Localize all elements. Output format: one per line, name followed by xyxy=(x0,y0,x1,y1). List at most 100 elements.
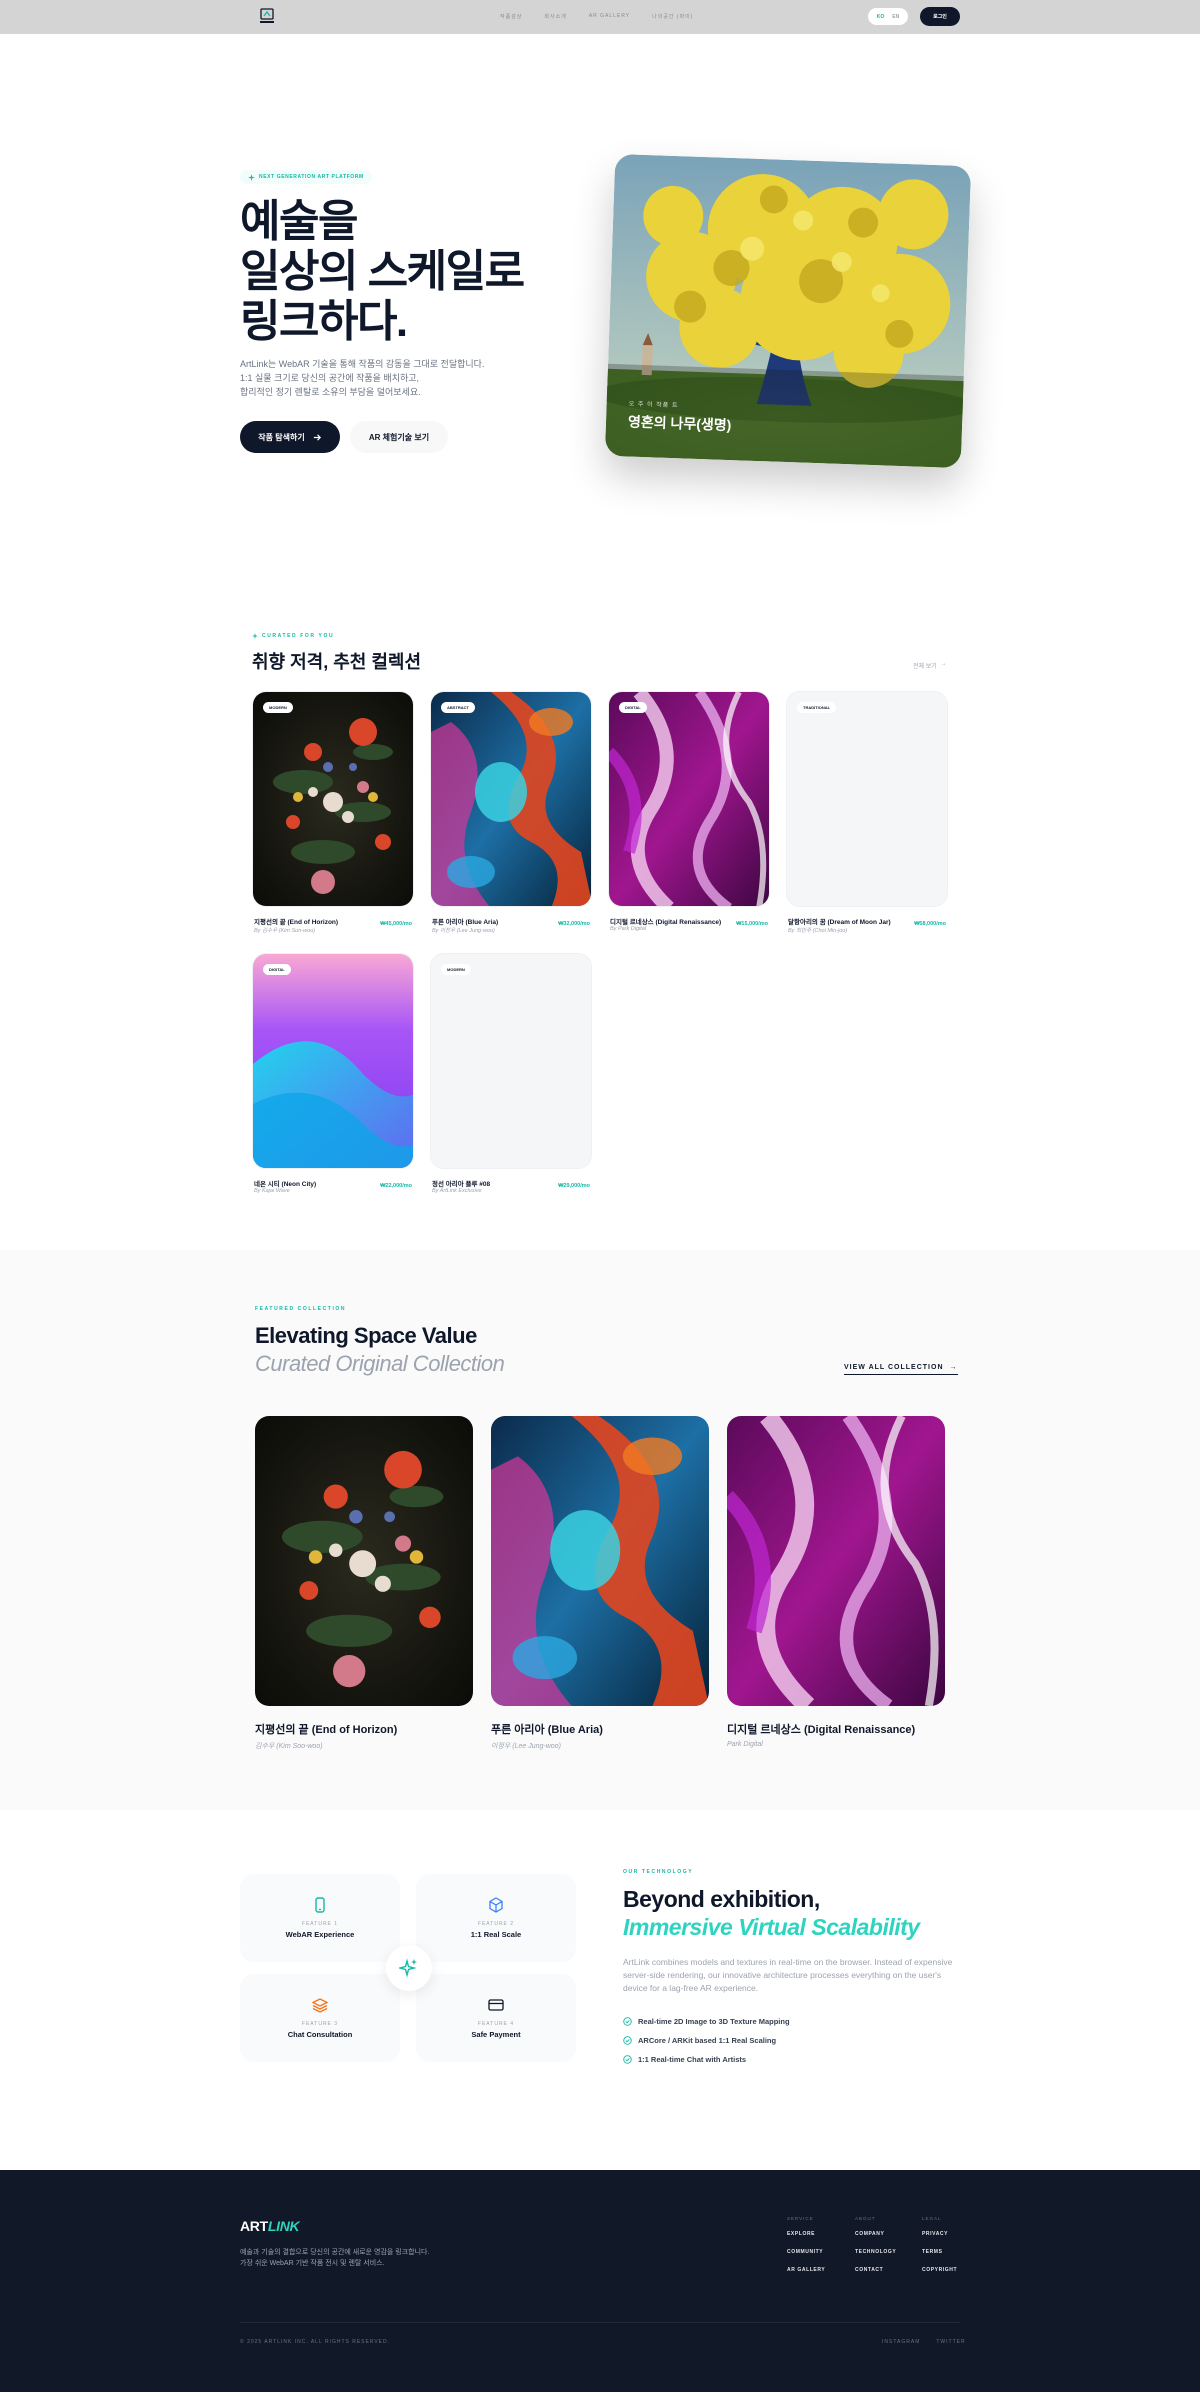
nav-link-about[interactable]: 회사소개 xyxy=(544,13,566,20)
hero-description: ArtLink는 WebAR 기술을 통해 작품의 감동을 그대로 전달합니다.… xyxy=(240,359,485,397)
artwork-name: 달항아리의 꿈 (Dream of Moon Jar) xyxy=(788,919,891,926)
flower-painting xyxy=(255,1416,473,1706)
feature-box-chat: FEATURE 3 Chat Consultation xyxy=(240,1974,400,2062)
artwork-card[interactable]: DIGITAL 디지털 르네상스 (Digital Renaissance) B… xyxy=(608,691,770,932)
footer-logo[interactable]: ARTLINK xyxy=(240,2218,300,2234)
artwork-name: 정선 아리아 플루 #08 xyxy=(432,1181,491,1188)
footer-social-links: INSTAGRAM TWITTER xyxy=(882,2339,966,2345)
featured-card[interactable]: 지평선의 끝 (End of Horizon) 김수우 (Kim Soo-woo… xyxy=(255,1416,473,1751)
hero-title: 예술을 일상의 스케일로 링크하다. xyxy=(240,197,525,346)
artwork-card[interactable]: MODERN 정선 아리아 플루 #08 By ArtLink Exclusiv… xyxy=(430,953,592,1194)
featured-artist: 김수우 (Kim Soo-woo) xyxy=(255,1743,323,1750)
featured-subtitle: Curated Original Collection xyxy=(255,1351,505,1376)
curated-eyebrow-text: CURATED FOR YOU xyxy=(262,633,335,639)
artwork-image: ABSTRACT xyxy=(430,691,592,907)
feature-box-webar: FEATURE 1 WebAR Experience xyxy=(240,1874,400,1962)
check-circle-icon xyxy=(623,2036,632,2045)
featured-card[interactable]: 푸른 아리아 (Blue Aria) 이정우 (Lee Jung-woo) xyxy=(491,1416,709,1751)
footer: ARTLINK 예술과 기술의 결합으로 당신의 공간에 새로운 영감을 링크합… xyxy=(0,2170,1200,2392)
card-icon xyxy=(488,1999,504,2011)
footer-col-service: SERVICE EXPLORE COMMUNITY AR GALLERY xyxy=(787,2216,825,2285)
footer-link[interactable]: COMMUNITY xyxy=(787,2249,825,2255)
lang-en[interactable]: EN xyxy=(892,14,899,20)
artwork-name: 푸른 아리아 (Blue Aria) xyxy=(432,919,499,926)
artwork-price: ₩15,000/mo xyxy=(736,921,768,927)
feature-title: Safe Payment xyxy=(471,2030,521,2039)
featured-card[interactable]: 디지털 르네상스 (Digital Renaissance) Park Digi… xyxy=(727,1416,945,1748)
artwork-artist: By Park Digital xyxy=(610,926,647,932)
tech-description: ArtLink combines models and textures in … xyxy=(623,1957,953,1993)
artwork-card[interactable]: TRADITIONAL 달항아리의 꿈 (Dream of Moon Jar) … xyxy=(786,691,948,934)
blue-ink-painting xyxy=(431,692,591,906)
featured-artist: 이정우 (Lee Jung-woo) xyxy=(491,1743,561,1750)
footer-link[interactable]: AR GALLERY xyxy=(787,2267,825,2273)
footer-link[interactable]: TERMS xyxy=(922,2249,957,2255)
hero-badge: NEXT GENERATION ART PLATFORM xyxy=(240,170,372,184)
nav-link-explore[interactable]: 작품감상 xyxy=(500,13,522,20)
footer-divider xyxy=(240,2322,960,2323)
curated-eyebrow: CURATED FOR YOU xyxy=(252,633,334,639)
hero-badge-text: NEXT GENERATION ART PLATFORM xyxy=(259,174,364,180)
artwork-image: DIGITAL xyxy=(252,953,414,1169)
hero-card-subtitle: 오 주 이 작품 트 xyxy=(628,401,679,410)
footer-link[interactable]: TECHNOLOGY xyxy=(855,2249,896,2255)
artwork-artist: By Kajai Wave xyxy=(254,1188,290,1194)
category-tag: TRADITIONAL xyxy=(797,702,837,713)
arrow-right-icon: → xyxy=(949,1364,958,1371)
lang-ko[interactable]: KO xyxy=(877,14,885,20)
purple-swirl-painting xyxy=(727,1416,945,1706)
tech-eyebrow: OUR TECHNOLOGY xyxy=(623,1869,694,1875)
phone-icon xyxy=(315,1897,325,1913)
footer-link[interactable]: EXPLORE xyxy=(787,2231,825,2237)
tech-check-text: Real-time 2D Image to 3D Texture Mapping xyxy=(638,2017,790,2026)
artlink-logo[interactable] xyxy=(258,7,276,27)
feature-label: FEATURE 2 xyxy=(477,1921,515,1927)
artwork-card[interactable]: MODERN 지평선의 끝 (End of Horizon) By 김수우 (K… xyxy=(252,691,414,934)
feature-box-payment: FEATURE 4 Safe Payment xyxy=(416,1974,576,2062)
artwork-image-placeholder: MODERN xyxy=(430,953,592,1169)
view-all-collection-label: VIEW ALL COLLECTION xyxy=(844,1364,944,1371)
footer-description: 예술과 기술의 결합으로 당신의 공간에 새로운 영감을 링크합니다. 가장 쉬… xyxy=(240,2249,430,2267)
footer-link[interactable]: PRIVACY xyxy=(922,2231,957,2237)
footer-col-heading: SERVICE xyxy=(787,2216,814,2221)
tech-check-item: 1:1 Real-time Chat with Artists xyxy=(623,2055,746,2064)
tech-subtitle: Immersive Virtual Scalability xyxy=(623,1914,920,1940)
curated-view-all-link[interactable]: 전체 보기 → xyxy=(913,661,947,670)
hero-artwork-card[interactable]: 오 주 이 작품 트 영혼의 나무(생명) xyxy=(604,153,972,469)
feature-label: FEATURE 3 xyxy=(301,2021,339,2027)
featured-name: 푸른 아리아 (Blue Aria) xyxy=(491,1724,603,1736)
footer-link[interactable]: COMPANY xyxy=(855,2231,896,2237)
explore-artworks-button[interactable]: 작품 탐색하기 xyxy=(240,421,340,453)
footer-logo-link: LINK xyxy=(267,2218,300,2234)
sparkle-icon xyxy=(252,633,258,639)
language-toggle[interactable]: KO EN xyxy=(868,8,908,25)
footer-col-heading: ABOUT xyxy=(855,2216,876,2221)
feature-title: Chat Consultation xyxy=(287,2030,353,2039)
neon-wave-painting xyxy=(253,954,413,1168)
view-all-collection-link[interactable]: VIEW ALL COLLECTION → xyxy=(844,1364,958,1375)
footer-col-about: ABOUT COMPANY TECHNOLOGY CONTACT xyxy=(855,2216,896,2285)
sparkle-icon xyxy=(248,173,255,181)
footer-col-legal: LEGAL PRIVACY TERMS COPYRIGHT xyxy=(922,2216,957,2285)
instagram-link[interactable]: INSTAGRAM xyxy=(882,2339,920,2345)
twitter-link[interactable]: TWITTER xyxy=(936,2339,965,2345)
ar-tech-button[interactable]: AR 체험기술 보기 xyxy=(350,421,448,453)
artwork-card[interactable]: DIGITAL 네온 시티 (Neon City) By Kajai Wave … xyxy=(252,953,414,1194)
nav-link-ar-gallery[interactable]: AR GALLERY xyxy=(589,13,630,20)
artwork-price: ₩32,000/mo xyxy=(558,921,590,927)
artwork-name: 네온 시티 (Neon City) xyxy=(254,1181,317,1188)
login-button[interactable]: 로그인 xyxy=(920,7,960,26)
artwork-price: ₩22,000/mo xyxy=(380,1183,412,1189)
tech-check-text: 1:1 Real-time Chat with Artists xyxy=(638,2055,747,2064)
artwork-price: ₩29,000/mo xyxy=(558,1183,590,1189)
arrow-right-icon: → xyxy=(940,661,947,667)
check-circle-icon xyxy=(623,2017,632,2026)
artwork-price: ₩45,000/mo xyxy=(380,921,412,927)
footer-link[interactable]: COPYRIGHT xyxy=(922,2267,957,2273)
featured-image xyxy=(491,1416,709,1706)
nav-link-my-space[interactable]: 나의공간 (마이) xyxy=(652,13,693,20)
artwork-card[interactable]: ABSTRACT 푸른 아리아 (Blue Aria) By 이정우 (Lee … xyxy=(430,691,592,934)
footer-link[interactable]: CONTACT xyxy=(855,2267,896,2273)
check-circle-icon xyxy=(623,2055,632,2064)
feature-title: WebAR Experience xyxy=(285,1930,355,1939)
